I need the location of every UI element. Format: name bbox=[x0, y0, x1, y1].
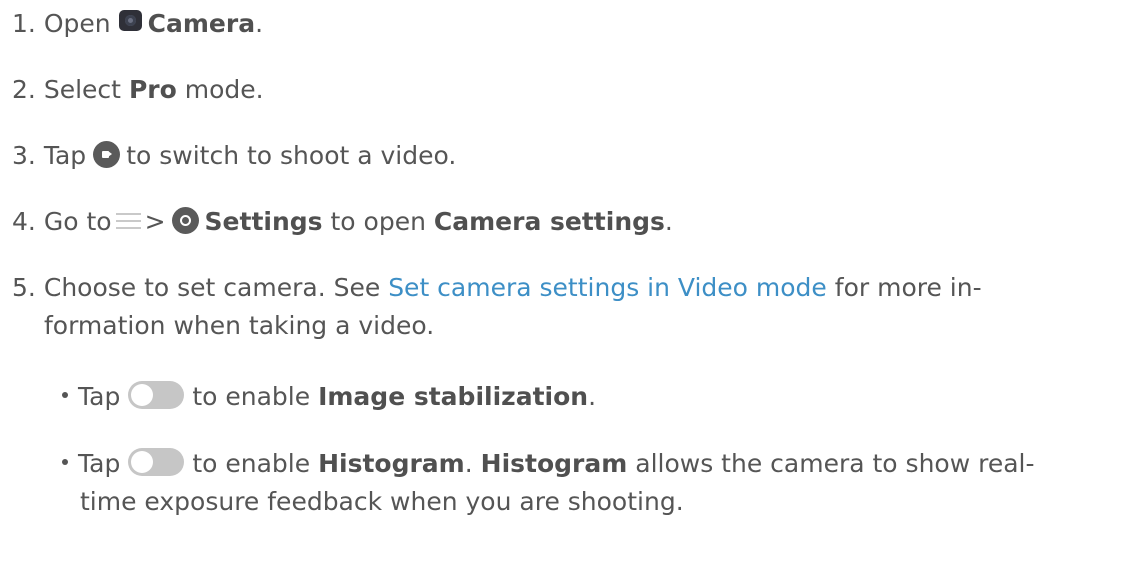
step-text: to switch to shoot a video. bbox=[126, 141, 457, 170]
bullet-item-image-stabilization: Tap to enable Image stabilization. bbox=[62, 378, 596, 416]
step-2: 2. Select Pro mode. bbox=[12, 71, 264, 109]
step-4: 4. Go to > Settings to open Camera settings… bbox=[12, 203, 673, 241]
step-bold-text: Pro bbox=[128, 75, 177, 104]
step-bold-text: Settings bbox=[204, 207, 323, 236]
step-bold-text: Camera settings bbox=[433, 207, 665, 236]
step-number: 1. bbox=[12, 9, 36, 38]
step-text: . bbox=[664, 207, 673, 236]
toggle-switch-icon bbox=[128, 448, 185, 476]
step-text: Select bbox=[43, 75, 121, 104]
bullet-bold-text: Histogram bbox=[480, 449, 628, 478]
step-number: 3. bbox=[12, 141, 36, 170]
bullet-text: to enable bbox=[192, 449, 311, 478]
bullet-dot bbox=[62, 392, 68, 398]
bullet-dot bbox=[62, 459, 68, 465]
bullet-item-histogram: Tap to enable Histogram. Histogram allows… bbox=[62, 445, 1035, 483]
step-1: 1. Open Camera. bbox=[12, 5, 263, 43]
toggle-switch-icon bbox=[128, 381, 185, 409]
step-text: Tap bbox=[43, 141, 87, 170]
step-text: to open bbox=[330, 207, 426, 236]
bullet-2-continuation: time exposure feedback when you are shoo… bbox=[80, 483, 684, 521]
bullet-text: . bbox=[588, 382, 597, 411]
camera-app-icon bbox=[118, 9, 142, 31]
step-text: formation when taking a video. bbox=[44, 311, 435, 340]
step-number: 5. bbox=[12, 273, 36, 302]
step-text: Choose to set camera. See bbox=[43, 273, 381, 302]
step-3: 3. Tap to switch to shoot a video. bbox=[12, 137, 456, 175]
bullet-bold-text: Histogram bbox=[318, 449, 465, 478]
bullet-bold-text: Image stabilization bbox=[318, 382, 589, 411]
step-text: Go to bbox=[43, 207, 112, 236]
step-separator: > bbox=[144, 207, 166, 236]
menu-icon bbox=[115, 210, 141, 232]
step-5-continuation: formation when taking a video. bbox=[44, 307, 434, 345]
bullet-text: to enable bbox=[192, 382, 311, 411]
bullet-text: allows the camera to show real- bbox=[635, 449, 1035, 478]
step-number: 2. bbox=[12, 75, 36, 104]
step-text: mode. bbox=[184, 75, 264, 104]
step-text: Open bbox=[43, 9, 111, 38]
bullet-text: . bbox=[464, 449, 473, 478]
step-text: . bbox=[255, 9, 264, 38]
video-mode-settings-link[interactable]: Set camera settings in Video mode bbox=[388, 273, 827, 302]
settings-icon bbox=[171, 206, 199, 234]
step-5: 5. Choose to set camera. See Set camera s… bbox=[12, 269, 982, 307]
bullet-text: Tap bbox=[78, 449, 121, 478]
step-bold-text: Camera bbox=[147, 9, 256, 38]
video-record-icon bbox=[93, 140, 121, 168]
bullet-text: Tap bbox=[78, 382, 121, 411]
step-text: for more in- bbox=[834, 273, 982, 302]
step-number: 4. bbox=[12, 207, 36, 236]
bullet-text: time exposure feedback when you are shoo… bbox=[80, 487, 684, 516]
